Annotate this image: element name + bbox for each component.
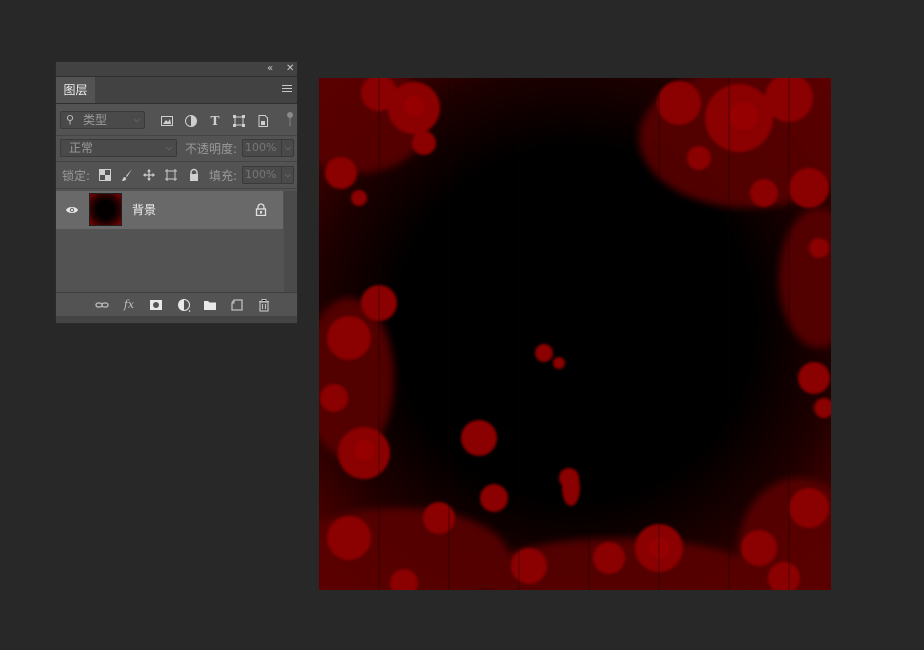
panel-titlebar[interactable]: « ✕ — [56, 62, 297, 77]
hamburger-menu-icon[interactable] — [282, 85, 292, 94]
layers-panel: « ✕ 图层 ⚲ 类型 ⌵ T 正常 ⌵ 不透明度: 100% ⌵ 锁定: 填充… — [55, 61, 298, 324]
blood-splatter-artwork — [319, 78, 831, 590]
shape-filter-icon[interactable] — [232, 114, 246, 128]
blend-mode-value: 正常 — [69, 141, 94, 155]
opacity-value: 100% — [245, 141, 277, 154]
lock-icon[interactable] — [255, 203, 267, 217]
chevron-down-icon: ⌵ — [133, 115, 140, 124]
image-filter-icon[interactable] — [160, 114, 174, 128]
tab-layers[interactable]: 图层 — [56, 77, 95, 103]
adjustment-layer-icon[interactable] — [177, 298, 191, 312]
group-folder-icon[interactable] — [203, 298, 217, 312]
fx-icon[interactable]: fx — [122, 298, 136, 312]
layer-row-background[interactable]: 背景 — [56, 191, 283, 229]
panel-footer: fx — [56, 292, 297, 317]
panel-tabbar: 图层 — [56, 77, 297, 104]
close-icon[interactable]: ✕ — [286, 62, 294, 76]
lock-position-icon[interactable] — [142, 168, 156, 182]
lock-artboard-icon[interactable] — [164, 168, 178, 182]
type-filter-icon[interactable]: T — [208, 114, 222, 128]
fill-value: 100% — [245, 168, 277, 181]
layers-scrollbar[interactable] — [284, 191, 297, 292]
lock-label: 锁定: — [62, 169, 91, 183]
blend-mode-select[interactable]: 正常 ⌵ — [60, 139, 177, 157]
fill-field[interactable]: 100% ⌵ — [242, 166, 294, 184]
kind-filter-value: 类型 — [83, 113, 108, 127]
opacity-field[interactable]: 100% ⌵ — [242, 139, 294, 157]
tab-layers-label: 图层 — [63, 83, 88, 97]
trash-icon[interactable] — [257, 298, 271, 312]
lock-pixels-icon[interactable] — [120, 168, 134, 182]
chevron-down-icon[interactable]: ⌵ — [280, 167, 291, 183]
divider — [56, 161, 297, 162]
lock-transparent-icon[interactable] — [98, 168, 112, 182]
layer-name[interactable]: 背景 — [132, 191, 156, 229]
search-icon: ⚲ — [66, 113, 75, 126]
lock-all-icon[interactable] — [187, 168, 201, 182]
divider — [56, 135, 297, 136]
fill-label: 填充: — [209, 169, 238, 183]
opacity-label: 不透明度: — [185, 142, 238, 156]
panel-resize-grip[interactable] — [56, 316, 297, 323]
filter-row: ⚲ 类型 ⌵ T — [56, 110, 297, 132]
adjustment-filter-icon[interactable] — [184, 114, 198, 128]
blend-row: 正常 ⌵ 不透明度: 100% ⌵ — [56, 138, 297, 158]
smart-object-filter-icon[interactable] — [256, 114, 270, 128]
chevron-down-icon: ⌵ — [165, 143, 172, 152]
filter-toggle-icon[interactable] — [287, 112, 293, 126]
divider — [56, 188, 297, 189]
double-left-chevron-icon[interactable]: « — [267, 62, 273, 76]
link-layers-icon[interactable] — [95, 298, 109, 312]
document-canvas[interactable] — [319, 78, 831, 590]
new-layer-icon[interactable] — [230, 298, 244, 312]
chevron-down-icon[interactable]: ⌵ — [280, 140, 291, 156]
mask-icon[interactable] — [149, 298, 163, 312]
layer-thumbnail[interactable] — [89, 193, 122, 226]
lock-row: 锁定: 填充: 100% ⌵ — [56, 165, 297, 185]
kind-filter-select[interactable]: ⚲ 类型 ⌵ — [60, 111, 145, 129]
eye-icon[interactable] — [65, 204, 79, 216]
